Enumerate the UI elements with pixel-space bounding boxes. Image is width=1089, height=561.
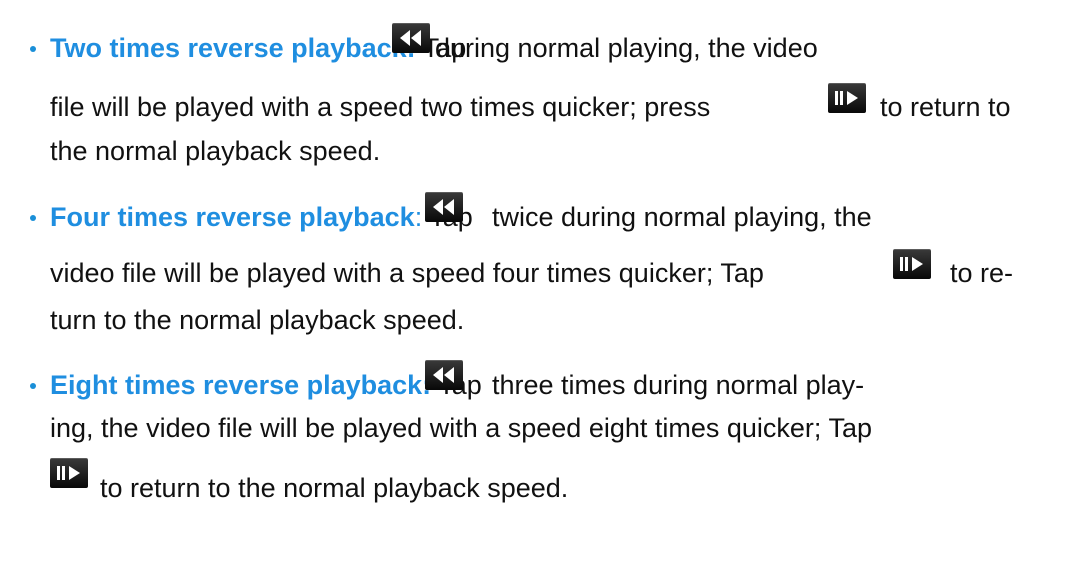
- item1-text-d: to return to: [880, 92, 1011, 122]
- item2-colon: :: [414, 202, 423, 232]
- item1-line2-rest: to return to: [880, 91, 1011, 123]
- item2-line2-rest: to re-: [950, 257, 1013, 289]
- item3-text-c: ing, the video file will be played with …: [50, 413, 872, 443]
- item3-line2: ing, the video file will be played with …: [50, 412, 872, 444]
- item2-text-d: to re-: [950, 258, 1014, 288]
- item2-line2: video file will be played with a speed f…: [50, 257, 764, 289]
- item2-line3: turn to the normal playback speed.: [50, 304, 464, 336]
- item1-line2: file will be played with a speed two tim…: [50, 91, 710, 123]
- bullet: [30, 46, 36, 52]
- rewind-icon: [425, 192, 463, 222]
- item1-line3: the normal playback speed.: [50, 135, 380, 167]
- item3-heading: Eight times reverse playback:: [50, 370, 432, 400]
- item2-text-c: video file will be played with a speed f…: [50, 258, 764, 288]
- item3-line1-rest: three times during normal play-: [492, 369, 864, 401]
- item2-text-b: twice during normal playing, the: [492, 202, 872, 232]
- item1-text-e: the normal playback speed.: [50, 136, 381, 166]
- bullet: [30, 215, 36, 221]
- item1-line1-rest: during normal playing, the video: [435, 32, 818, 64]
- item2-line1-rest: twice during normal playing, the: [492, 201, 872, 233]
- bullet: [30, 383, 36, 389]
- play-icon: [50, 458, 88, 488]
- item2-line1: Four times reverse playback: Tap: [50, 201, 473, 233]
- item1-heading: Two times reverse playback:: [50, 33, 416, 63]
- rewind-icon: [425, 360, 463, 390]
- item3-line3: to return to the normal playback speed.: [100, 472, 568, 504]
- item1-text-b: during normal playing, the video: [435, 33, 818, 63]
- rewind-icon: [392, 23, 430, 53]
- play-icon: [828, 83, 866, 113]
- item3-line1: Eight times reverse playback: Tap: [50, 369, 482, 401]
- item3-text-d: to return to the normal playback speed.: [100, 473, 569, 503]
- item2-heading: Four times reverse playback: [50, 202, 415, 232]
- item2-text-e: turn to the normal playback speed.: [50, 305, 465, 335]
- item1-text-c: file will be played with a speed two tim…: [50, 92, 711, 122]
- item3-text-b: three times during normal play-: [492, 370, 865, 400]
- play-icon: [893, 249, 931, 279]
